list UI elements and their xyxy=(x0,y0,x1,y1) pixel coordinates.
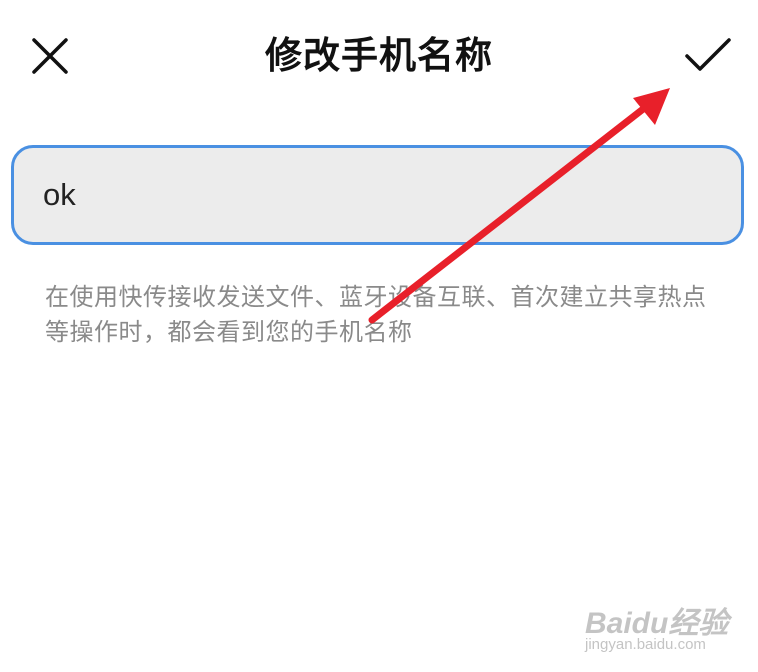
hint-text: 在使用快传接收发送文件、蓝牙设备互联、首次建立共享热点等操作时，都会看到您的手机… xyxy=(45,283,707,346)
confirm-button[interactable] xyxy=(678,26,738,86)
page-title: 修改手机名称 xyxy=(265,34,493,77)
watermark-url: jingyan.baidu.com xyxy=(585,636,706,653)
top-bar: 修改手机名称 xyxy=(0,0,758,112)
device-name-field[interactable]: ok xyxy=(11,145,744,245)
watermark: Baidu经验 jingyan.baidu.com xyxy=(585,598,745,662)
check-icon xyxy=(685,38,731,71)
device-name-value[interactable]: ok xyxy=(43,177,76,213)
